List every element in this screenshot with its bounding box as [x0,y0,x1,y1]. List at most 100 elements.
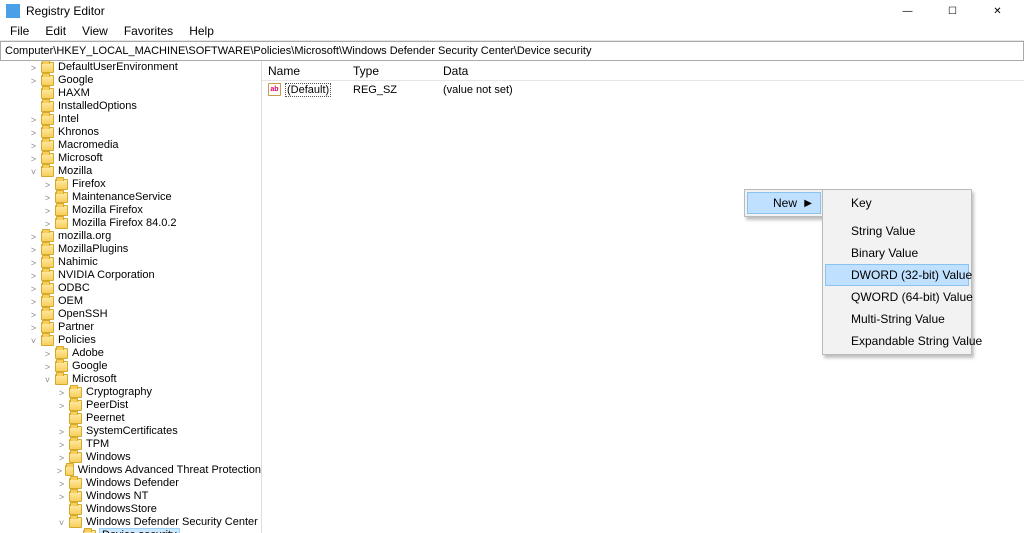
tree-item[interactable]: WindowsStore [56,503,261,516]
expand-icon[interactable]: ˃ [28,323,39,333]
tree-item[interactable]: ˃Windows [56,451,261,464]
main-split: ˃DefaultUserEnvironment˃GoogleHAXMInstal… [0,61,1024,533]
expand-icon[interactable]: ˃ [28,128,39,138]
expand-icon[interactable]: ˃ [42,349,53,359]
tree-item[interactable]: ˃Windows Advanced Threat Protection [56,464,261,477]
expand-icon[interactable]: ˃ [56,466,63,476]
collapse-icon[interactable]: ˅ [42,375,53,385]
expand-icon[interactable]: ˃ [28,76,39,86]
tree-item-label: InstalledOptions [58,100,137,113]
context-new[interactable]: New ▶ [747,192,821,214]
context-item[interactable]: QWORD (64-bit) Value [825,286,969,308]
tree-item[interactable]: ˃ OEM [28,295,261,308]
expand-icon[interactable]: ˃ [42,180,53,190]
tree-item[interactable]: HAXM [28,87,261,100]
close-button[interactable]: ✕ [975,0,1020,22]
menu-view[interactable]: View [74,23,116,39]
folder-icon [55,218,68,229]
expand-icon[interactable]: ˃ [56,388,67,398]
expand-icon[interactable]: ˃ [28,284,39,294]
context-item[interactable]: Expandable String Value [825,330,969,352]
collapse-icon[interactable]: ˅ [28,336,39,346]
expand-icon[interactable]: ˃ [28,245,39,255]
collapse-icon[interactable]: ˅ [56,518,67,528]
expand-icon[interactable]: ˃ [56,479,67,489]
tree-item[interactable]: ˃ODBC [28,282,261,295]
tree-pane[interactable]: ˃DefaultUserEnvironment˃GoogleHAXMInstal… [0,61,262,533]
tree-item-label: OEM [58,295,83,308]
expand-icon[interactable]: ˃ [56,401,67,411]
maximize-button[interactable]: ☐ [930,0,975,22]
expand-icon[interactable]: ˃ [28,297,39,307]
menu-help[interactable]: Help [181,23,222,39]
context-submenu-new[interactable]: Key String ValueBinary ValueDWORD (32-bit… [822,189,972,355]
tree-item[interactable]: ˃Macromedia [28,139,261,152]
expand-icon[interactable]: ˃ [28,258,39,268]
values-pane[interactable]: Name Type Data ab (Default) REG_SZ (valu… [262,61,1024,533]
tree-item[interactable]: ˃MaintenanceService [42,191,261,204]
context-item[interactable]: Binary Value [825,242,969,264]
expand-icon[interactable]: ˃ [28,115,39,125]
expand-icon[interactable]: ˃ [56,453,67,463]
expand-icon[interactable]: ˃ [28,310,39,320]
expand-icon[interactable]: ˃ [42,362,53,372]
tree-item[interactable]: ˃Google [28,74,261,87]
registry-tree[interactable]: ˃DefaultUserEnvironment˃GoogleHAXMInstal… [0,61,261,533]
col-name[interactable]: Name [262,62,347,80]
tree-item[interactable]: ˃Partner [28,321,261,334]
menu-file[interactable]: File [2,23,37,39]
expand-icon[interactable]: ˃ [56,440,67,450]
tree-item[interactable]: ˃PeerDist [56,399,261,412]
tree-item[interactable]: ˃OpenSSH [28,308,261,321]
tree-item[interactable]: ˃Adobe [42,347,261,360]
expand-icon[interactable]: ˃ [28,154,39,164]
tree-item[interactable]: ˃SystemCertificates [56,425,261,438]
expand-icon[interactable]: ˃ [56,427,67,437]
folder-icon [55,192,68,203]
expand-icon[interactable]: ˃ [42,219,53,229]
tree-item[interactable]: ˃Windows NT [56,490,261,503]
tree-item[interactable]: Peernet [56,412,261,425]
tree-item[interactable]: ˃Mozilla Firefox [42,204,261,217]
expand-icon[interactable]: ˃ [28,141,39,151]
tree-item[interactable]: ˃DefaultUserEnvironment [28,61,261,74]
tree-item[interactable]: ˃Khronos [28,126,261,139]
tree-item-label: Firefox [72,178,106,191]
context-item[interactable]: Key [825,192,969,214]
address-bar[interactable]: Computer\HKEY_LOCAL_MACHINE\SOFTWARE\Pol… [0,41,1024,61]
tree-item[interactable]: ˃TPM [56,438,261,451]
tree-item[interactable]: Device security [70,529,261,533]
menu-edit[interactable]: Edit [37,23,74,39]
context-item[interactable]: DWORD (32-bit) Value [825,264,969,286]
tree-item[interactable]: ˃ Firefox [42,178,261,191]
expand-icon[interactable]: ˃ [28,63,39,73]
menu-favorites[interactable]: Favorites [116,23,181,39]
expand-icon[interactable]: ˃ [56,492,67,502]
tree-item[interactable]: ˃Google [42,360,261,373]
col-data[interactable]: Data [437,62,1024,80]
tree-item[interactable]: ˃MozillaPlugins [28,243,261,256]
expand-icon[interactable]: ˃ [42,193,53,203]
expand-icon[interactable]: ˃ [28,271,39,281]
tree-item[interactable]: InstalledOptions [28,100,261,113]
minimize-button[interactable]: — [885,0,930,22]
tree-item[interactable]: ˃Microsoft [28,152,261,165]
col-type[interactable]: Type [347,62,437,80]
collapse-icon[interactable]: ˅ [28,167,39,177]
tree-item[interactable]: ˃Windows Defender [56,477,261,490]
expand-icon[interactable]: ˃ [28,232,39,242]
tree-item[interactable]: ˃NVIDIA Corporation [28,269,261,282]
folder-icon [69,478,82,489]
tree-item[interactable]: ˃Nahimic [28,256,261,269]
context-menu[interactable]: New ▶ [744,189,824,217]
value-row[interactable]: ab (Default) REG_SZ (value not set) [262,81,1024,98]
tree-item[interactable]: ˃Cryptography [56,386,261,399]
titlebar: Registry Editor — ☐ ✕ [0,0,1024,22]
tree-item[interactable]: ˃Mozilla Firefox 84.0.2 [42,217,261,230]
expand-icon[interactable]: ˃ [42,206,53,216]
context-item[interactable]: Multi-String Value [825,308,969,330]
context-item[interactable]: String Value [825,220,969,242]
tree-item[interactable]: ˃mozilla.org [28,230,261,243]
values-list[interactable]: ab (Default) REG_SZ (value not set) [262,81,1024,98]
tree-item[interactable]: ˃Intel [28,113,261,126]
